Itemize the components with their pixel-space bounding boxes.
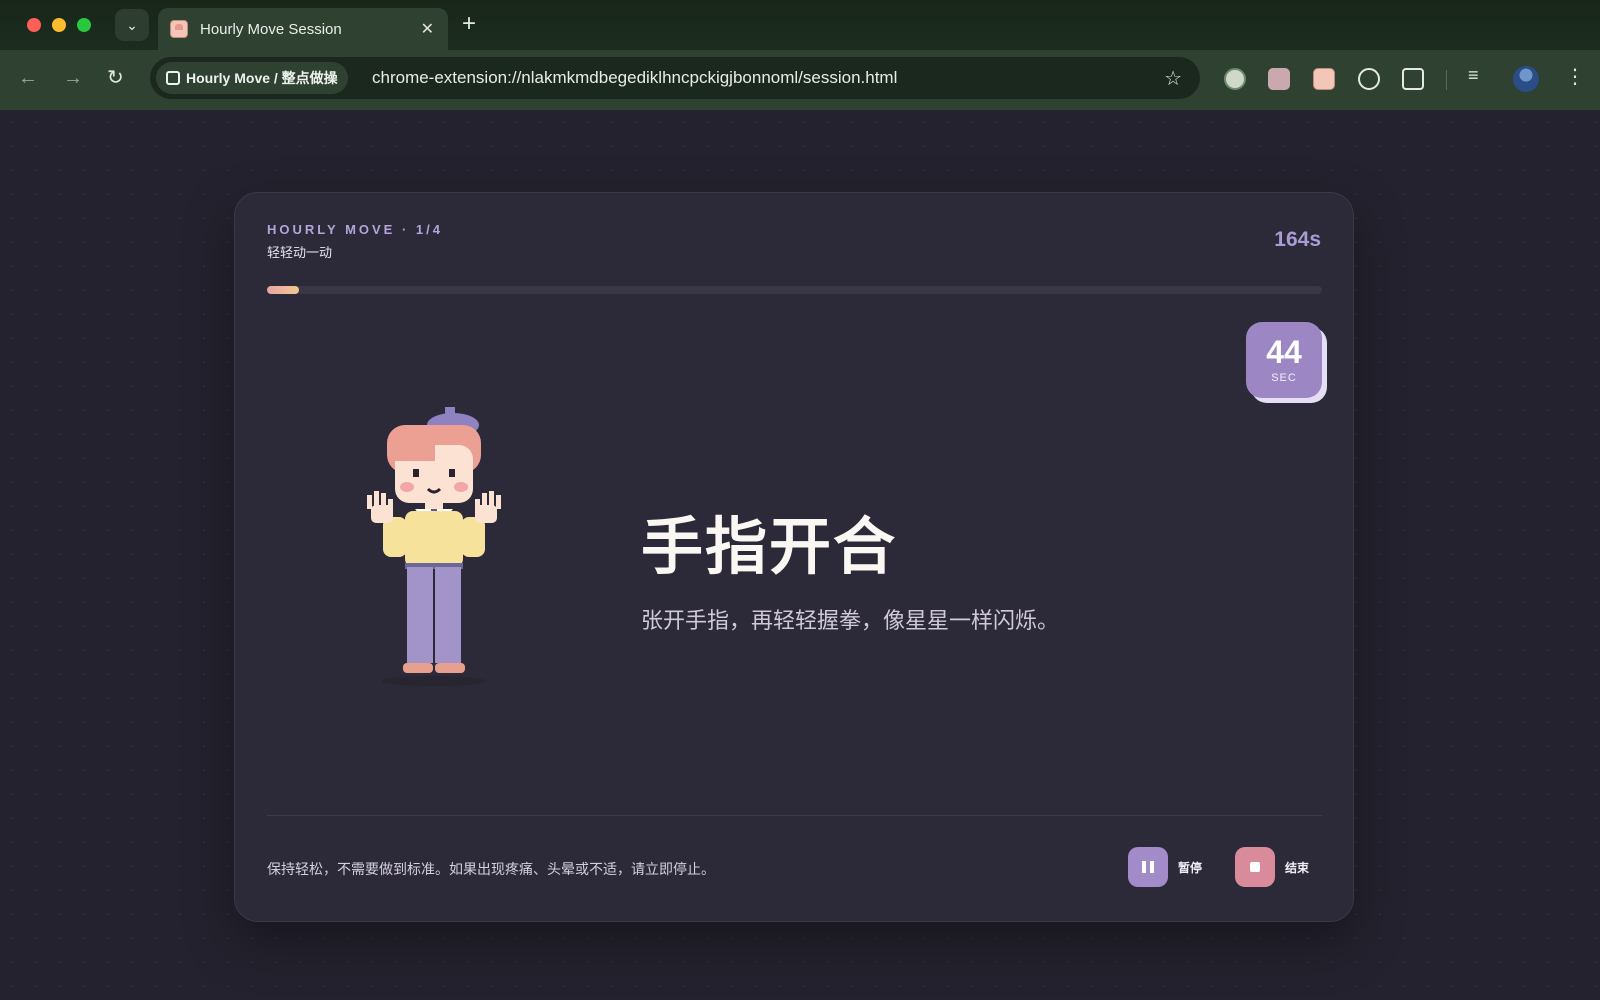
url-text[interactable]: chrome-extension://nlakmkmdbegediklhncpc…: [372, 68, 897, 88]
extension-1-icon[interactable]: [1224, 68, 1246, 90]
close-tab-icon[interactable]: ✕: [421, 19, 434, 39]
pause-label[interactable]: 暂停: [1178, 859, 1202, 876]
session-subtitle: 轻轻动一动: [267, 245, 333, 260]
close-window-button[interactable]: [27, 18, 41, 32]
extension-puzzle-icon: [166, 71, 180, 85]
maximize-window-button[interactable]: [77, 18, 91, 32]
new-tab-button[interactable]: +: [462, 11, 476, 37]
minimize-window-button[interactable]: [52, 18, 66, 32]
forward-arrow-icon[interactable]: →: [63, 66, 83, 90]
end-button[interactable]: 结束: [1235, 847, 1309, 887]
more-menu-icon[interactable]: ⋮: [1565, 64, 1585, 89]
total-time: 164s: [1274, 228, 1321, 251]
tab-search-button[interactable]: ⌄: [115, 9, 149, 41]
reload-icon[interactable]: ↻: [107, 66, 124, 90]
pause-icon[interactable]: [1128, 847, 1168, 887]
active-tab[interactable]: Hourly Move Session ✕: [158, 8, 448, 50]
browser-tab-bar: ⌄ Hourly Move Session ✕ +: [0, 0, 1600, 50]
session-progress-fill: [267, 286, 299, 294]
tab-title: Hourly Move Session: [200, 20, 342, 38]
browser-toolbar: ← → ↻ Hourly Move / 整点做操 chrome-extensio…: [0, 50, 1600, 110]
session-eyebrow: HOURLY MOVE · 1/4: [267, 222, 443, 237]
session-progress-bar: [267, 286, 1322, 294]
session-card: HOURLY MOVE · 1/4 轻轻动一动 164s 44 SEC 手指开合…: [234, 192, 1354, 922]
reading-list-icon[interactable]: ≡: [1468, 65, 1479, 86]
site-chip[interactable]: Hourly Move / 整点做操: [156, 62, 348, 94]
extension-4-icon[interactable]: [1358, 68, 1380, 90]
countdown-badge: 44 SEC: [1246, 322, 1322, 398]
countdown-value: 44: [1266, 334, 1302, 370]
hourly-move-favicon-icon: [170, 20, 188, 38]
address-bar[interactable]: Hourly Move / 整点做操 chrome-extension://nl…: [150, 57, 1200, 99]
hourly-move-extension-icon[interactable]: [1313, 68, 1335, 90]
extensions-puzzle-icon[interactable]: [1402, 68, 1424, 90]
site-chip-label: Hourly Move / 整点做操: [186, 70, 338, 86]
toolbar-divider: [1446, 70, 1447, 90]
pause-button[interactable]: 暂停: [1128, 847, 1202, 887]
session-page: HOURLY MOVE · 1/4 轻轻动一动 164s 44 SEC 手指开合…: [0, 110, 1600, 1000]
pixel-character-illustration: [367, 407, 501, 686]
extension-2-icon[interactable]: [1268, 68, 1290, 90]
stop-icon[interactable]: [1235, 847, 1275, 887]
profile-avatar[interactable]: [1513, 66, 1539, 92]
end-label[interactable]: 结束: [1285, 859, 1309, 876]
footer-divider: [267, 815, 1322, 816]
countdown-unit: SEC: [1271, 372, 1297, 384]
chevron-down-icon: ⌄: [126, 16, 138, 33]
safety-note: 保持轻松，不需要做到标准。如果出现疼痛、头晕或不适，请立即停止。: [267, 861, 715, 877]
exercise-description: 张开手指，再轻轻握拳，像星星一样闪烁。: [641, 608, 1060, 633]
back-arrow-icon[interactable]: ←: [18, 66, 38, 90]
bookmark-star-icon[interactable]: ☆: [1164, 66, 1182, 91]
exercise-title: 手指开合: [641, 513, 898, 582]
